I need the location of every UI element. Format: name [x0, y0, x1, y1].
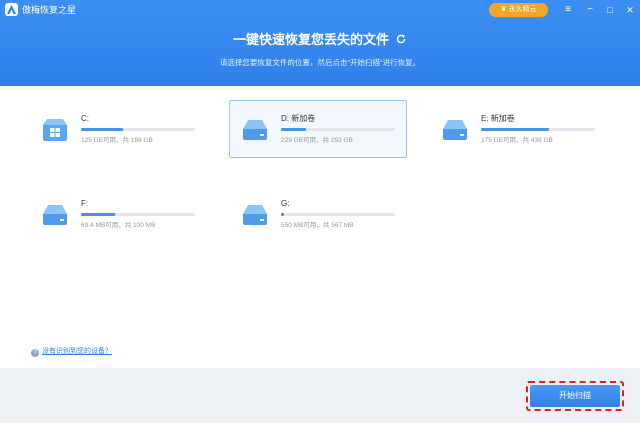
drive-item-e[interactable]: E: 新加卷 175 GB可用，共 439 GB [429, 100, 607, 158]
drive-usage-bar [281, 213, 395, 216]
app-logo-icon [5, 3, 18, 16]
disk-drive-icon [243, 205, 267, 225]
drive-name: C: [81, 114, 89, 123]
drive-list: C: 125 GB可用，共 198 GB D: 新加卷 229 GB可用，共 2… [0, 86, 640, 368]
app-name: 傲梅恢复之星 [22, 5, 77, 15]
disk-drive-icon [43, 205, 67, 225]
drive-item-f[interactable]: F: 69.4 MB可用，共 100 MB [29, 185, 207, 243]
drive-usage-fill [81, 128, 124, 131]
drive-item-d[interactable]: D: 新加卷 229 GB可用，共 292 GB [229, 100, 407, 158]
drive-usage-bar [81, 128, 195, 131]
disk-drive-icon [243, 120, 267, 140]
drive-name: D: 新加卷 [281, 114, 316, 123]
drive-size: 229 GB可用，共 292 GB [281, 137, 353, 144]
header: 傲梅恢复之星 ♛ 永久精云 ≡ − □ ✕ 一键快速恢复您丢失的文件 请选择您要恢… [0, 0, 640, 86]
menu-button[interactable]: ≡ [560, 2, 576, 18]
drive-size: 550 MB可用，共 567 MB [281, 222, 354, 229]
disk-drive-icon [443, 120, 467, 140]
help-link-text: 没有识别到您的设备？ [42, 348, 112, 355]
drive-item-c[interactable]: C: 125 GB可用，共 198 GB [29, 100, 207, 158]
close-button[interactable]: ✕ [622, 2, 638, 18]
start-scan-highlight: 开始扫描 [526, 381, 624, 411]
question-icon: ? [31, 349, 39, 357]
minimize-button[interactable]: − [582, 2, 598, 18]
drive-name: G: [281, 199, 290, 208]
drive-usage-fill [81, 213, 116, 216]
drive-size: 125 GB可用，共 198 GB [81, 137, 153, 144]
drive-usage-bar [81, 213, 195, 216]
maximize-button[interactable]: □ [602, 2, 618, 18]
page-title: 一键快速恢复您丢失的文件 [0, 30, 640, 50]
drive-size: 175 GB可用，共 439 GB [481, 137, 553, 144]
vip-button[interactable]: ♛ 永久精云 [489, 3, 548, 17]
drive-size: 69.4 MB可用，共 100 MB [81, 222, 156, 229]
title-bar: 傲梅恢复之星 ♛ 永久精云 ≡ − □ ✕ [0, 0, 640, 20]
help-link[interactable]: ? 没有识别到您的设备？ [31, 347, 112, 357]
drive-name: E: 新加卷 [481, 114, 515, 123]
drive-usage-fill [481, 128, 550, 131]
windows-drive-icon [43, 119, 67, 141]
drive-usage-fill [281, 213, 285, 216]
refresh-icon[interactable] [395, 31, 407, 44]
page-subtitle: 请选择您要恢复文件的位置，然后点击"开始扫描"进行恢复。 [219, 58, 421, 67]
drive-item-g[interactable]: G: 550 MB可用，共 567 MB [229, 185, 407, 243]
drive-usage-bar [481, 128, 595, 131]
page-title-text: 一键快速恢复您丢失的文件 [232, 32, 389, 47]
drive-usage-bar [281, 128, 395, 131]
crown-icon: ♛ [500, 6, 507, 13]
start-scan-button[interactable]: 开始扫描 [530, 385, 620, 407]
footer: 开始扫描 [0, 368, 640, 423]
vip-label: 永久精云 [508, 6, 537, 13]
drive-usage-fill [281, 128, 307, 131]
drive-name: F: [81, 199, 89, 208]
